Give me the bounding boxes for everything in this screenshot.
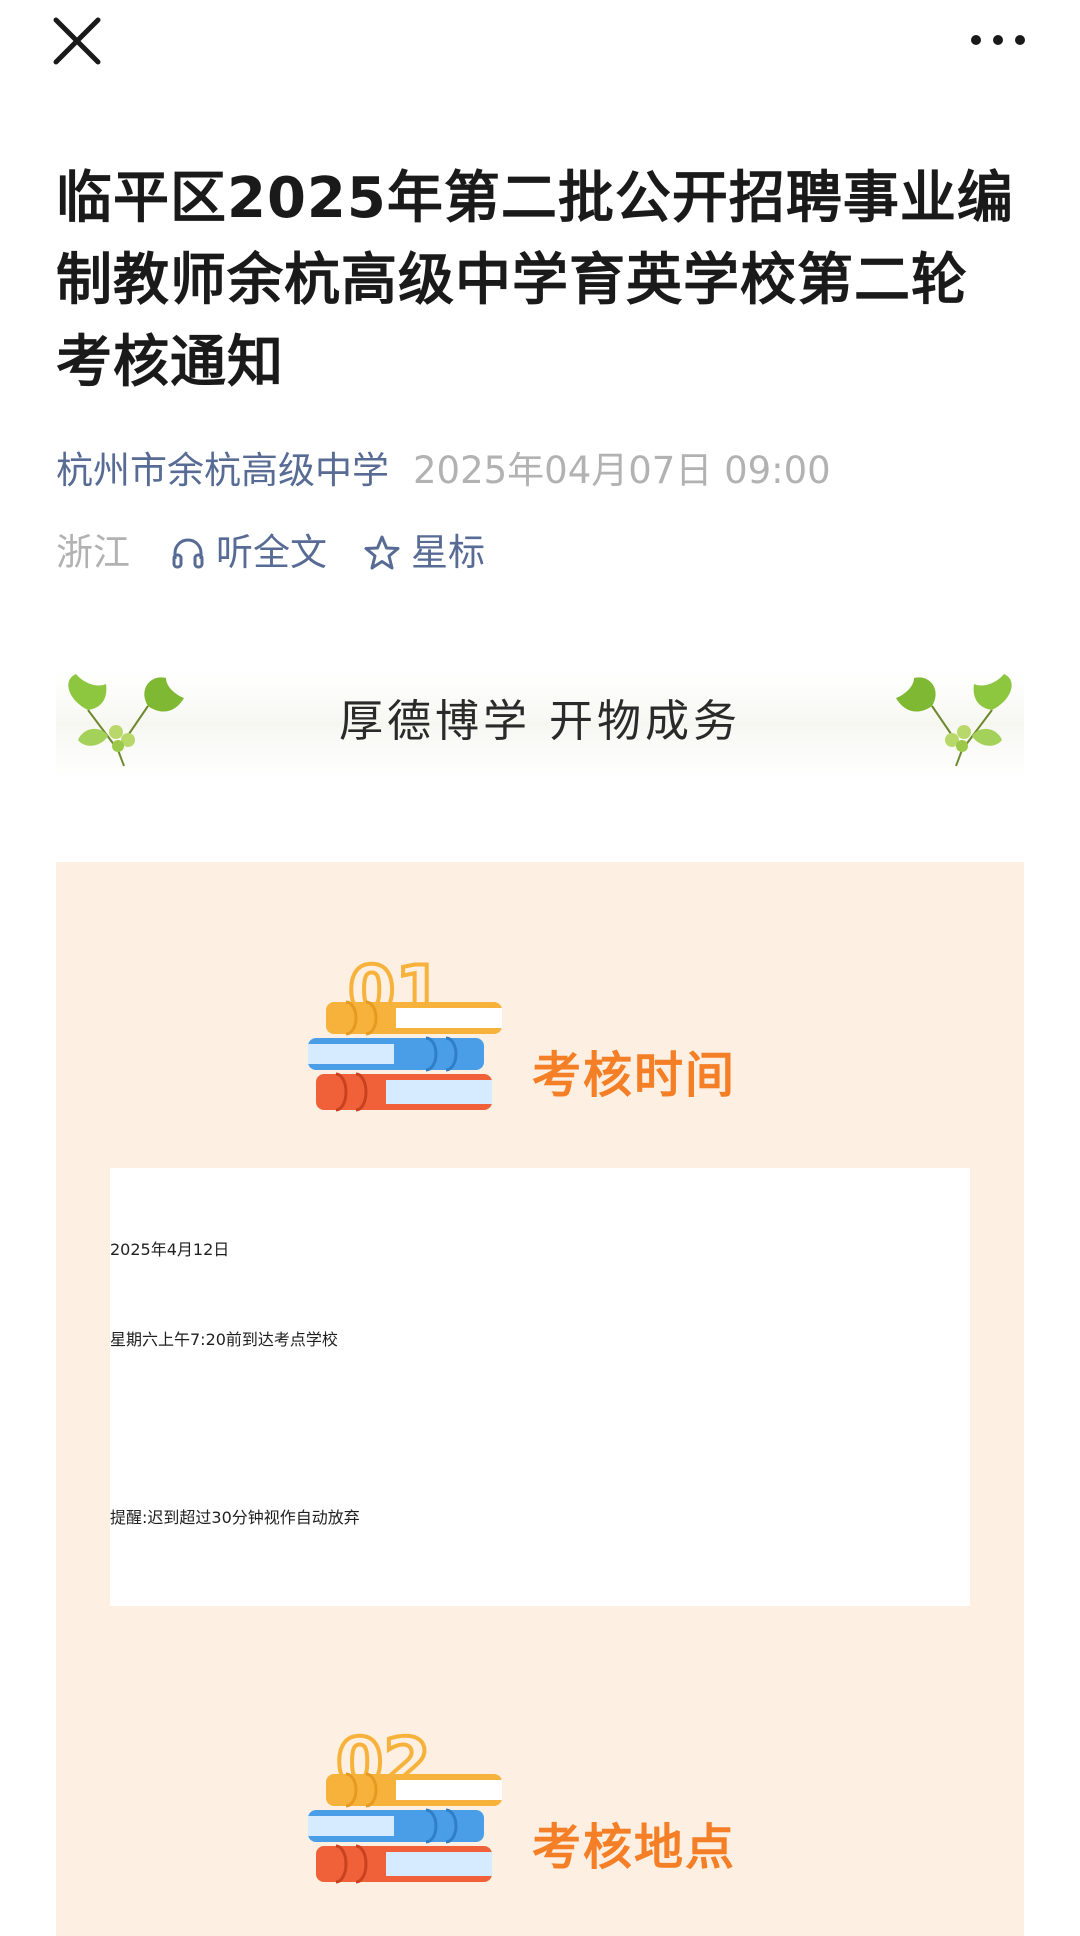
section-title-time: 考核时间 [532,1047,737,1104]
more-dots-icon [971,35,1025,45]
article-actions: 浙江 听全文 星标 [56,528,485,578]
close-button[interactable] [50,14,106,70]
article-title: 临平区2025年第二批公开招聘事业编制教师余杭高级中学育英学校第二轮考核通知 [56,166,1014,395]
motto-banner: 厚德博学 开物成务 [56,670,1024,780]
headphones-icon [172,538,204,569]
stacked-books-icon: 02 [308,1722,502,1884]
section-title-location: 考核地点 [532,1819,737,1876]
ginkgo-leaf-icon [896,674,1012,767]
star-button[interactable]: 星标 [363,528,485,578]
late-reminder: 提醒:迟到超过30分钟视作自动放弃 [110,1508,360,1527]
top-bar [0,0,1080,90]
section-heading-location: 02 考核地点 [306,1722,766,1892]
content-panel: 01 考核时间 2025年4月12日 星期六上午7:20前到达考点学校 提醒:迟… [56,862,1024,1936]
more-options-button[interactable] [966,14,1030,70]
publish-time: 2025年04月07日 09:00 [413,449,831,492]
account-name-link[interactable]: 杭州市余杭高级中学 [56,449,389,492]
exam-date: 2025年4月12日 [110,1240,230,1259]
section-heading-time: 01 考核时间 [306,950,766,1120]
listen-label: 听全文 [216,531,327,574]
arrival-time: 星期六上午7:20前到达考点学校 [110,1330,338,1349]
article-meta: 杭州市余杭高级中学 2025年04月07日 09:00 [56,446,1036,496]
motto-text: 厚德博学 开物成务 [339,696,741,747]
star-outline-icon [364,535,400,570]
stacked-books-icon: 01 [308,950,502,1112]
close-icon [53,17,101,65]
location-label: 浙江 [56,531,130,574]
listen-full-button[interactable]: 听全文 [170,528,327,578]
star-label: 星标 [411,531,485,574]
